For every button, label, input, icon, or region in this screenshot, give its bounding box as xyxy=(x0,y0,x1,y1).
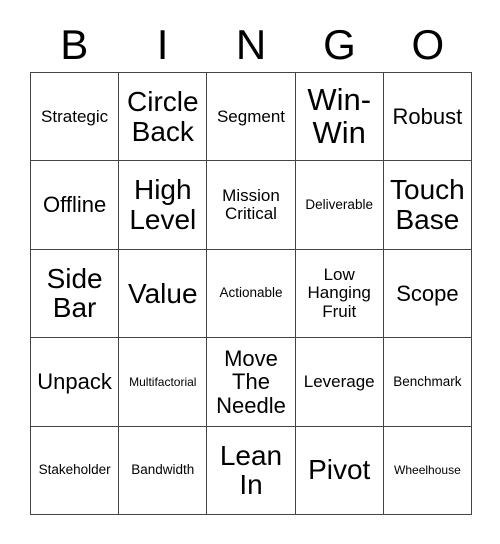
header-letter-b: B xyxy=(60,21,89,68)
bingo-cell-label: Multifactorial xyxy=(129,374,197,389)
bingo-cell[interactable]: Robust xyxy=(383,73,472,162)
header-letter-i: I xyxy=(156,21,169,68)
bingo-cell[interactable]: Stakeholder xyxy=(31,426,120,515)
bingo-cell[interactable]: Strategic xyxy=(31,73,120,162)
header-letter-o: O xyxy=(411,21,445,68)
bingo-cell-label: Lean In xyxy=(219,439,283,501)
bingo-cell-label: Segment xyxy=(216,106,286,126)
bingo-cell-label: Benchmark xyxy=(393,373,462,389)
bingo-cell-label: Low Hanging Fruit xyxy=(307,265,371,321)
bingo-cell[interactable]: Multifactorial xyxy=(119,338,208,427)
bingo-cell-label: Win- Win xyxy=(307,81,372,150)
bingo-cell[interactable]: Low Hanging Fruit xyxy=(295,249,384,339)
bingo-cell[interactable]: Segment xyxy=(207,73,296,162)
bingo-cell-label: Unpack xyxy=(37,369,112,395)
bingo-cell[interactable]: Lean In xyxy=(207,426,296,515)
bingo-cell[interactable]: Touch Base xyxy=(383,161,472,250)
bingo-cell-label: Wheelhouse xyxy=(394,462,461,477)
bingo-cell[interactable]: Leverage xyxy=(295,338,384,427)
bingo-cell[interactable]: Offline xyxy=(31,161,120,250)
header-letter-n: N xyxy=(235,21,267,68)
bingo-cell[interactable]: Move The Needle xyxy=(207,338,296,427)
bingo-cell-label: High Level xyxy=(129,174,197,236)
bingo-cell-label: Side Bar xyxy=(46,262,103,324)
bingo-cell-label: Bandwidth xyxy=(131,462,195,478)
bingo-cell[interactable]: Mission Critical xyxy=(207,161,296,250)
bingo-cell[interactable]: Pivot xyxy=(295,426,384,515)
bingo-cell[interactable]: Bandwidth xyxy=(119,426,208,515)
bingo-card: B I N G O Strategic Circle Back Segment Win… xyxy=(0,0,500,544)
bingo-cell[interactable]: Circle Back xyxy=(119,73,208,162)
bingo-cell[interactable]: Benchmark xyxy=(383,338,472,427)
bingo-cell-label: Value xyxy=(128,277,198,309)
bingo-cell[interactable]: Scope xyxy=(383,249,472,339)
bingo-cell-label: Offline xyxy=(43,192,107,218)
bingo-cell-label: Circle Back xyxy=(127,86,199,147)
bingo-cell-label: Mission Critical xyxy=(222,186,280,224)
bingo-cell-label: Robust xyxy=(392,104,463,130)
bingo-cell[interactable]: Deliverable xyxy=(295,161,384,250)
bingo-cell-label: Strategic xyxy=(41,106,109,126)
bingo-cell[interactable]: Win- Win xyxy=(295,73,384,162)
bingo-cell-label: Scope xyxy=(396,280,459,306)
bingo-cell-label: Actionable xyxy=(219,285,283,301)
bingo-cell[interactable]: High Level xyxy=(119,161,208,250)
bingo-cell[interactable]: Actionable xyxy=(207,249,296,339)
bingo-cell-label: Move The Needle xyxy=(216,345,286,418)
bingo-cell-label: Touch Base xyxy=(390,174,465,236)
bingo-cell-label: Deliverable xyxy=(305,196,373,212)
bingo-cell-label: Stakeholder xyxy=(38,462,111,478)
bingo-cell[interactable]: Unpack xyxy=(31,338,120,427)
header-letter-g: G xyxy=(323,21,356,68)
bingo-header: B I N G O xyxy=(30,18,472,72)
bingo-cell-label: Pivot xyxy=(308,454,371,486)
bingo-cell[interactable]: Side Bar xyxy=(31,249,120,339)
bingo-cell-label: Leverage xyxy=(303,371,375,391)
bingo-grid: Strategic Circle Back Segment Win- Win Robus… xyxy=(30,72,472,515)
bingo-cell[interactable]: Value xyxy=(119,249,208,339)
bingo-cell[interactable]: Wheelhouse xyxy=(383,426,472,515)
